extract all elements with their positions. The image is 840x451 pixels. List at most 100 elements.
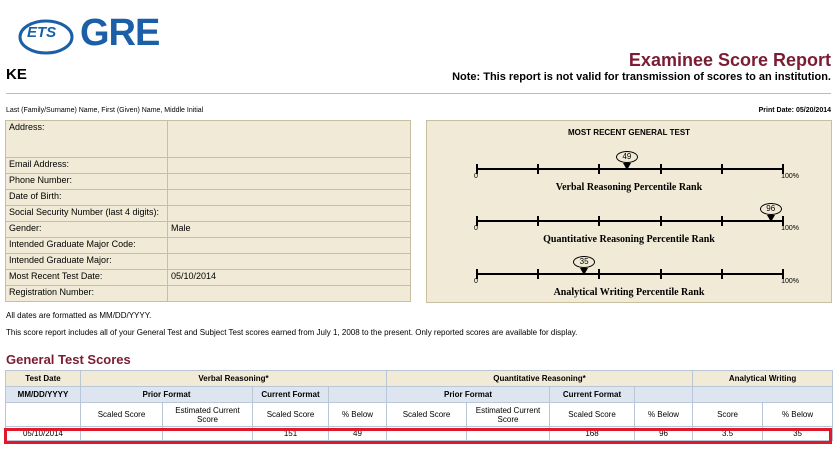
- gre-logo-text: GRE: [80, 12, 160, 54]
- info-value: [167, 285, 411, 302]
- header-row: MM/DD/YYYY Prior Format Current Format P…: [5, 386, 834, 403]
- info-value: [167, 253, 411, 270]
- header-blank: [633, 386, 694, 403]
- report-title: Examinee Score Report: [628, 50, 831, 70]
- percentile-value-bubble: 49: [615, 151, 638, 163]
- info-value: Male: [167, 221, 411, 238]
- scale-tick: [537, 269, 540, 279]
- info-label: Phone Number:: [5, 173, 168, 190]
- date-format-note: All dates are formatted as MM/DD/YYYY.: [6, 311, 152, 320]
- percentile-marker: [622, 163, 631, 170]
- print-date: Print Date: 05/20/2014: [758, 107, 831, 114]
- ets-logo-text: ETS: [27, 24, 57, 41]
- info-label: Date of Birth:: [5, 189, 168, 206]
- info-value: 05/10/2014: [167, 269, 411, 286]
- header-below: % Below: [328, 402, 387, 427]
- header-score: Score: [692, 402, 764, 427]
- info-label: Registration Number:: [5, 285, 168, 302]
- header-blank: [692, 386, 834, 403]
- examinee-info-table: Address: Email Address: Phone Number: Da…: [5, 120, 411, 302]
- scale-max-label: 100%: [781, 225, 799, 232]
- info-label: Gender:: [5, 221, 168, 238]
- info-value: [167, 205, 411, 222]
- scale-line: [477, 273, 783, 275]
- header-blank: [328, 386, 387, 403]
- header-test-date: Test Date: [5, 370, 81, 387]
- scale-min-label: 0: [474, 173, 478, 180]
- info-row: Intended Graduate Major:: [5, 253, 411, 270]
- info-label: Intended Graduate Major:: [5, 253, 168, 270]
- info-value: [167, 173, 411, 190]
- verbal-percentile-label: Verbal Reasoning Percentile Rank: [555, 182, 703, 193]
- header-blank: [5, 402, 81, 427]
- header-quant-current: Current Format: [549, 386, 635, 403]
- scale-max-label: 100%: [781, 173, 799, 180]
- examinee-name: KE: [6, 66, 27, 83]
- verbal-percentile-scale: 0 100% 49: [474, 151, 799, 180]
- info-row: Address:: [5, 120, 411, 158]
- score-range-note: This score report includes all of your G…: [6, 328, 578, 337]
- info-value: [167, 120, 411, 158]
- percentile-panel: MOST RECENT GENERAL TEST 0 100% 49 Verba…: [426, 120, 832, 303]
- info-label: Intended Graduate Major Code:: [5, 237, 168, 254]
- scale-tick: [659, 216, 662, 226]
- scale-tick: [598, 269, 601, 279]
- scale-min-label: 0: [474, 225, 478, 232]
- aw-percentile-scale: 0 100% 35: [474, 256, 799, 285]
- info-row: Phone Number:: [5, 173, 411, 190]
- header-below: % Below: [633, 402, 694, 427]
- scale-tick: [782, 216, 784, 226]
- info-value: [167, 189, 411, 206]
- scale-tick: [659, 269, 662, 279]
- header-scaled: Scaled Score: [80, 402, 163, 427]
- info-row: Most Recent Test Date: 05/10/2014: [5, 269, 411, 286]
- scale-max-label: 100%: [781, 278, 799, 285]
- highlight-box: [4, 428, 832, 444]
- info-row: Email Address:: [5, 157, 411, 174]
- header-row: Test Date Verbal Reasoning* Quantitative…: [5, 370, 834, 387]
- header-quant: Quantitative Reasoning*: [385, 370, 694, 387]
- percentile-value-bubble: 96: [759, 203, 782, 215]
- header-verbal-current: Current Format: [252, 386, 329, 403]
- header-aw: Analytical Writing: [692, 370, 834, 387]
- info-value: [167, 157, 411, 174]
- percentile-marker: [580, 268, 589, 275]
- header-estimated: Estimated Current Score: [162, 402, 253, 427]
- info-row: Registration Number:: [5, 285, 411, 302]
- report-note: Note: This report is not valid for trans…: [452, 71, 831, 83]
- header-date-format: MM/DD/YYYY: [5, 386, 81, 403]
- scale-tick: [598, 216, 601, 226]
- scale-tick: [598, 164, 601, 174]
- scale-tick: [537, 216, 540, 226]
- scale-tick: [720, 216, 723, 226]
- header-verbal: Verbal Reasoning*: [80, 370, 387, 387]
- info-label: Social Security Number (last 4 digits):: [5, 205, 168, 222]
- info-row: Social Security Number (last 4 digits):: [5, 205, 411, 222]
- scale-tick: [782, 164, 784, 174]
- percentile-panel-title: MOST RECENT GENERAL TEST: [567, 128, 691, 137]
- scale-min-label: 0: [474, 278, 478, 285]
- scale-tick: [720, 164, 723, 174]
- scale-tick: [782, 269, 784, 279]
- name-format-label: Last (Family/Surname) Name, First (Given…: [6, 107, 204, 114]
- scale-tick: [659, 164, 662, 174]
- divider: [6, 93, 831, 94]
- scale-tick: [476, 164, 478, 174]
- info-row: Gender: Male: [5, 221, 411, 238]
- header-estimated: Estimated Current Score: [466, 402, 550, 427]
- info-label: Email Address:: [5, 157, 168, 174]
- info-label: Address:: [5, 120, 168, 158]
- percentile-value-bubble: 35: [573, 256, 596, 268]
- header-scaled: Scaled Score: [252, 402, 329, 427]
- header-scaled: Scaled Score: [549, 402, 635, 427]
- aw-percentile-label: Analytical Writing Percentile Rank: [553, 287, 705, 298]
- percentile-marker: [766, 215, 775, 222]
- section-title: General Test Scores: [6, 352, 131, 367]
- quant-percentile-label: Quantitative Reasoning Percentile Rank: [543, 234, 715, 245]
- scale-tick: [476, 216, 478, 226]
- header-scaled: Scaled Score: [386, 402, 467, 427]
- quant-percentile-scale: 0 100% 96: [474, 203, 799, 232]
- header-row: Scaled Score Estimated Current Score Sca…: [5, 402, 834, 427]
- header-verbal-prior: Prior Format: [80, 386, 253, 403]
- scale-line: [477, 220, 783, 222]
